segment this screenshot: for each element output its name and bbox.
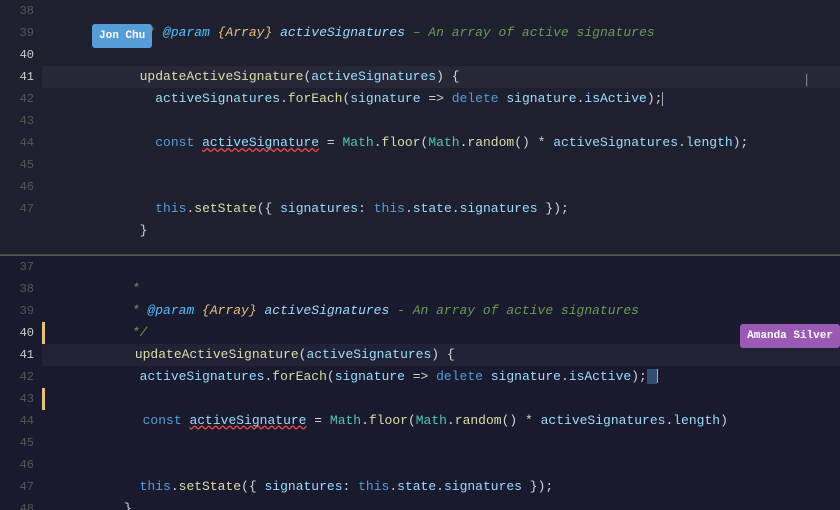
editor-container: 38 39 40 41 42 43 44 45 46 47 * @param {… xyxy=(0,0,840,510)
line-num: 42 xyxy=(0,366,34,388)
code-line-b45 xyxy=(42,432,840,454)
line-num: 47 xyxy=(0,476,34,498)
code-line-41: activeSignatures.forEach(signature => de… xyxy=(42,66,840,88)
code-line-b43: const activeSignature = Math.floor(Math.… xyxy=(42,388,840,410)
line-num: 38 xyxy=(0,278,34,300)
bottom-line-numbers: 37 38 39 40 41 42 43 44 45 46 47 48 xyxy=(0,256,42,510)
code-line-39: Jon Chu xyxy=(42,22,840,44)
line-num: 38 xyxy=(0,0,34,22)
line-num: 45 xyxy=(0,432,34,454)
code-line-b37: * xyxy=(42,256,840,278)
line-num: 46 xyxy=(0,454,34,476)
line-num: 40 xyxy=(0,322,34,344)
code-line-38: * @param {Array} activeSignatures – An a… xyxy=(42,0,840,22)
bottom-pane: 37 38 39 40 41 42 43 44 45 46 47 48 * xyxy=(0,256,840,510)
line-num: 40 xyxy=(0,44,34,66)
line-num: 39 xyxy=(0,22,34,44)
code-line-b48 xyxy=(42,498,840,510)
code-line-42 xyxy=(42,88,840,110)
line-num: 44 xyxy=(0,410,34,432)
bottom-code-area: 37 38 39 40 41 42 43 44 45 46 47 48 * xyxy=(0,256,840,510)
code-line-b40: updateActiveSignature(activeSignatures) … xyxy=(42,322,840,344)
line-num: 41 xyxy=(0,66,34,88)
code-line-b44 xyxy=(42,410,840,432)
line-num: 46 xyxy=(0,176,34,198)
line-num: 41 xyxy=(0,344,34,366)
line-num: 39 xyxy=(0,300,34,322)
top-code-area: 38 39 40 41 42 43 44 45 46 47 * @param {… xyxy=(0,0,840,254)
code-line-45 xyxy=(42,154,840,176)
code-line-b39: */ xyxy=(42,300,840,322)
line-num: 47 xyxy=(0,198,34,220)
bottom-code-lines[interactable]: * * @param {Array} activeSignatures - An… xyxy=(42,256,840,510)
code-line-b41: activeSignatures.forEach(signature => de… xyxy=(42,344,840,366)
code-line-46: this.setState({ signatures: this.state.s… xyxy=(42,176,840,198)
user-tag-jon-chu: Jon Chu xyxy=(92,24,152,48)
code-line-43: const activeSignature = Math.floor(Math.… xyxy=(42,110,840,132)
top-line-numbers: 38 39 40 41 42 43 44 45 46 47 xyxy=(0,0,42,254)
line-num: 43 xyxy=(0,388,34,410)
code-line-b46: this.setState({ signatures: this.state.s… xyxy=(42,454,840,476)
line-num: 48 xyxy=(0,498,34,510)
line-num: 44 xyxy=(0,132,34,154)
code-line-b47: } xyxy=(42,476,840,498)
top-code-lines[interactable]: * @param {Array} activeSignatures – An a… xyxy=(42,0,840,254)
top-pane: 38 39 40 41 42 43 44 45 46 47 * @param {… xyxy=(0,0,840,255)
code-line-b38: * @param {Array} activeSignatures - An a… xyxy=(42,278,840,300)
user-tag-amanda-silver: Amanda Silver xyxy=(740,324,840,348)
line-num: 42 xyxy=(0,88,34,110)
code-line-44 xyxy=(42,132,840,154)
code-line-47: } xyxy=(42,198,840,220)
code-line-40: updateActiveSignature(activeSignatures) … xyxy=(42,44,840,66)
line-num: 37 xyxy=(0,256,34,278)
code-line-b42 xyxy=(42,366,840,388)
line-num: 43 xyxy=(0,110,34,132)
line-num: 45 xyxy=(0,154,34,176)
